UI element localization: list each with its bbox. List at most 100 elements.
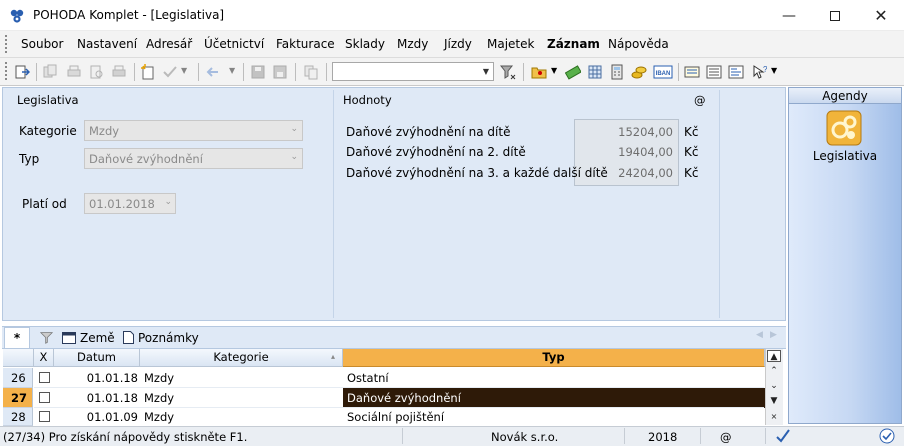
list-icon[interactable] (706, 64, 722, 80)
copy-record-icon[interactable] (42, 64, 58, 80)
scroll-top-icon[interactable]: ▲ (767, 350, 781, 362)
form-icon[interactable] (684, 64, 700, 80)
scroll-down-icon[interactable]: ⌄ (767, 380, 781, 392)
toolbar-separator (134, 63, 135, 81)
menu-napoveda[interactable]: Nápověda (608, 37, 669, 51)
maximize-icon (830, 10, 840, 21)
tab-filter[interactable] (34, 327, 58, 348)
scroll-up-icon[interactable]: ⌃ (767, 365, 781, 377)
typ-select[interactable]: Daňové zvýhodnění ⌄ (84, 148, 303, 169)
menu-mzdy[interactable]: Mzdy (397, 37, 428, 51)
cell-typ[interactable]: Ostatní (343, 368, 765, 388)
cell-kategorie[interactable]: Mzdy (144, 388, 340, 408)
cell-kategorie[interactable]: Mzdy (144, 368, 340, 388)
tab-zeme[interactable]: Země (62, 327, 116, 348)
help-dropdown-arrow-icon[interactable]: ▼ (771, 66, 777, 75)
window-title: POHODA Komplet - [Legislativa] (33, 8, 225, 22)
typ-value: Daňové zvýhodnění (89, 152, 203, 166)
menu-sklady[interactable]: Sklady (345, 37, 385, 51)
calculator-icon[interactable] (609, 64, 625, 80)
menu-soubor[interactable]: Soubor (21, 37, 63, 51)
row-checkbox[interactable] (39, 372, 50, 383)
quick-search-combo[interactable]: ▼ (332, 62, 494, 81)
filter-icon (39, 332, 53, 344)
status-company: Novák s.r.o. (491, 430, 559, 444)
exit-agenda-icon[interactable] (14, 64, 30, 80)
menu-majetek[interactable]: Majetek (487, 37, 534, 51)
calculator-grid-icon[interactable] (587, 64, 603, 80)
row-checkbox[interactable] (39, 392, 50, 403)
menu-nastaveni[interactable]: Nastavení (77, 37, 137, 51)
grid-header-datum[interactable]: Datum (54, 349, 140, 367)
cancel-changes-icon[interactable] (272, 64, 288, 80)
cell-datum[interactable]: 01.01.18 (54, 368, 138, 388)
toolbar-separator (198, 63, 199, 81)
menu-adresar[interactable]: Adresář (146, 37, 192, 51)
value-currency-1: Kč (684, 125, 699, 139)
row-number[interactable]: 28 (3, 408, 33, 426)
form-divider (719, 90, 720, 318)
coins-icon[interactable] (631, 64, 647, 80)
new-record-icon[interactable] (140, 64, 156, 80)
plati-od-date-field[interactable]: 01.01.2018 ⌄ (84, 193, 176, 214)
row-number[interactable]: 26 (3, 368, 33, 388)
menu-zaznam[interactable]: Záznam (547, 37, 600, 51)
tab-scroll-left-icon[interactable]: ◀ (756, 330, 763, 340)
row-number-active[interactable]: 27 (3, 388, 33, 408)
scroll-close-icon[interactable]: × (767, 411, 781, 423)
menubar-grip[interactable] (5, 35, 8, 53)
preview-icon[interactable] (89, 64, 105, 80)
print-icon[interactable] (111, 64, 127, 80)
section-title-hodnoty: Hodnoty (343, 93, 392, 107)
iban-icon[interactable]: IBAN (653, 64, 673, 80)
notes-icon[interactable] (728, 64, 744, 80)
section-title-legislativa: Legislativa (17, 93, 79, 107)
tab-poznamky[interactable]: Poznámky (123, 327, 201, 348)
back-arrow-icon[interactable] (205, 64, 221, 80)
ok-circle-icon[interactable] (879, 428, 895, 444)
grid-header-kategorie[interactable]: Kategorie (140, 349, 343, 367)
menu-jizdy[interactable]: Jízdy (444, 37, 472, 51)
cell-kategorie[interactable]: Mzdy (144, 408, 340, 426)
minimize-button[interactable]: — (766, 0, 812, 31)
cell-datum[interactable]: 01.01.18 (54, 388, 138, 408)
toolbar-grip[interactable] (5, 62, 8, 80)
copy-icon[interactable] (303, 64, 319, 80)
filter-icon[interactable] (500, 64, 516, 80)
close-button[interactable]: ✕ (858, 0, 904, 31)
tab-scroll-right-icon[interactable]: ▶ (770, 330, 777, 340)
cell-datum[interactable]: 01.01.09 (54, 408, 138, 426)
row-checkbox[interactable] (39, 411, 50, 422)
help-pointer-icon[interactable]: ? (751, 64, 767, 80)
agendy-item-legislativa[interactable]: Legislativa (789, 149, 901, 163)
agendy-header: Agendy (789, 88, 901, 104)
svg-text:?: ? (763, 65, 767, 74)
save-icon[interactable] (250, 64, 266, 80)
print-group-icon[interactable] (66, 64, 82, 80)
tab-new[interactable]: * (4, 327, 30, 348)
kategorie-select[interactable]: Mzdy ⌄ (84, 120, 303, 141)
back-dropdown-arrow-icon[interactable]: ▼ (229, 66, 235, 75)
toolbar-separator (295, 63, 296, 81)
money-icon[interactable] (565, 64, 581, 80)
status-separator (402, 428, 403, 444)
folder-dropdown-arrow-icon[interactable]: ▼ (551, 66, 557, 75)
cell-typ-selected[interactable]: Daňové zvýhodnění (343, 388, 765, 408)
folder-star-icon[interactable] (531, 64, 547, 80)
toolbar-separator (678, 63, 679, 81)
menu-ucetnictvi[interactable]: Účetnictví (204, 37, 264, 51)
grid-header-x[interactable]: X (34, 349, 54, 367)
edit-record-icon[interactable] (162, 64, 178, 80)
grid-header-rownum (3, 349, 34, 367)
cell-typ[interactable]: Sociální pojištění (343, 408, 765, 426)
legislativa-icon[interactable] (826, 110, 862, 146)
value-currency-2: Kč (684, 145, 699, 159)
maximize-button[interactable] (812, 0, 858, 31)
plati-od-value: 01.01.2018 (89, 197, 155, 211)
menu-fakturace[interactable]: Fakturace (276, 37, 335, 51)
edit-dropdown-arrow-icon[interactable]: ▼ (181, 66, 187, 75)
scroll-bottom-icon[interactable]: ▼ (767, 395, 781, 407)
pen-check-icon[interactable] (775, 428, 791, 444)
chevron-down-icon[interactable]: ▼ (479, 63, 493, 80)
grid-header-typ[interactable]: Typ (343, 349, 765, 367)
